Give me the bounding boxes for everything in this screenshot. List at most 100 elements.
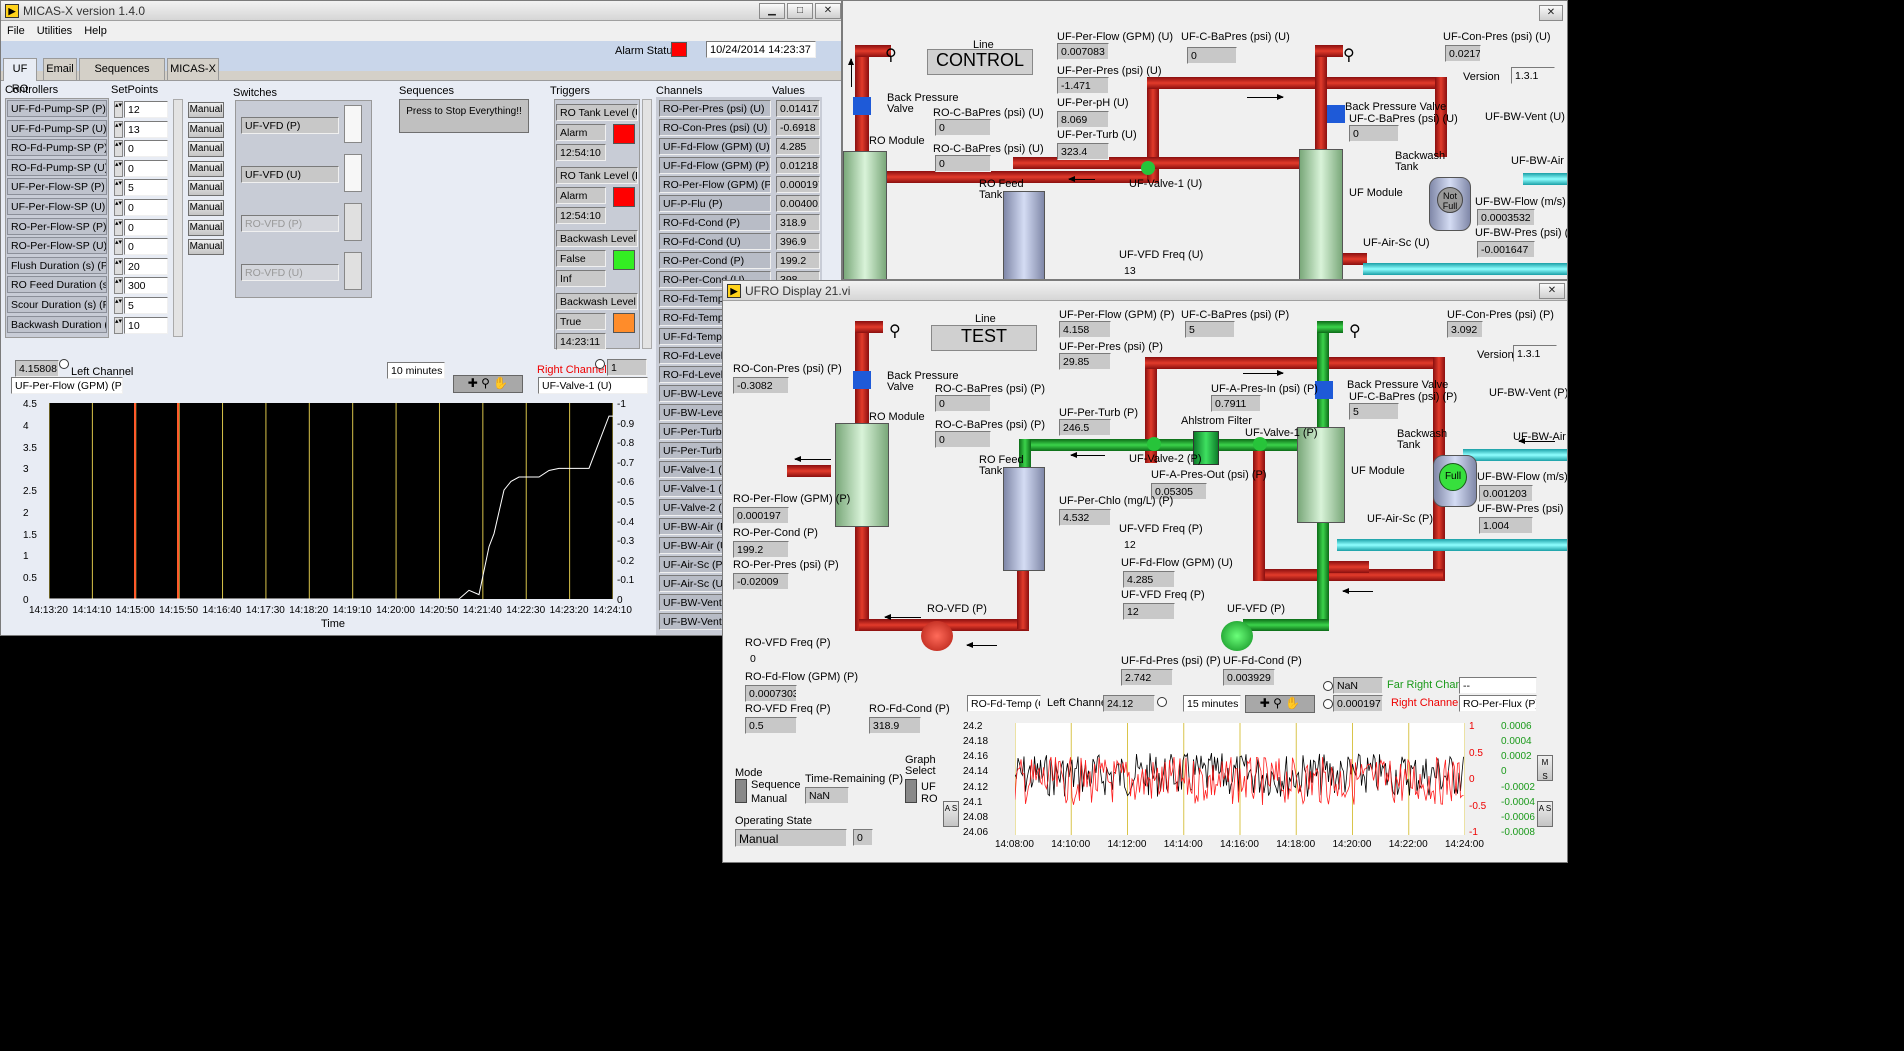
menu-help[interactable]: Help [78,21,113,37]
manual-button[interactable]: Manual [188,239,224,256]
tab-micas-x[interactable]: MICAS-X [167,58,219,80]
controller-item[interactable]: UF-Fd-Pump-SP (P) [7,100,107,117]
left-channel-radio[interactable] [59,359,69,369]
close-button[interactable]: ✕ [815,3,841,19]
manual-button[interactable]: Manual [188,102,224,118]
setpoint-spinner[interactable]: ▴▾ [114,218,123,236]
left-channel-radio[interactable] [1157,697,1167,707]
toggle-switch[interactable] [344,154,362,192]
manual-button[interactable]: Manual [188,219,224,236]
toggle-switch[interactable] [344,105,362,143]
uf-valve-2[interactable] [1147,437,1161,451]
controller-item[interactable]: RO-Fd-Pump-SP (P) [7,139,107,157]
channels-header: Channels [656,85,703,97]
setpoint-input[interactable]: 0 [124,140,168,158]
setpoint-spinner[interactable]: ▴▾ [114,179,123,197]
uf-bw-flow-value: 0.0003532 [1477,209,1535,226]
setpoint-input[interactable]: 0 [124,199,168,216]
setpoint-input[interactable]: 12 [124,101,168,118]
manual-button[interactable]: Manual [188,121,224,138]
graph-palette[interactable]: ✚ ⚲ ✋ [1245,695,1315,713]
graph-select-switch[interactable] [905,779,917,803]
setpoint-input[interactable]: 0 [124,159,168,177]
setpoint-spinner[interactable]: ▴▾ [114,257,123,275]
controller-item[interactable]: Scour Duration (s) (P) [7,296,107,313]
autoscale-right-2[interactable]: A S [1537,801,1553,827]
setpoint-input[interactable]: 0 [124,238,168,256]
tab-email[interactable]: Email [43,58,77,80]
triggers-scroll[interactable] [642,99,652,349]
back-pressure-valve[interactable] [853,371,871,389]
right-channel-radio[interactable] [1323,699,1333,709]
ufro-close-button[interactable]: ✕ [1539,283,1565,299]
back-pressure-valve-2[interactable] [1327,105,1345,123]
y-tick-right: 0.0006 [1501,721,1532,732]
setpoint-spinner[interactable]: ▴▾ [114,140,123,158]
left-channel-select[interactable]: UF-Per-Flow (GPM) (P) [11,377,123,394]
right-channel-radio[interactable] [595,359,605,369]
far-right-radio[interactable] [1323,681,1333,691]
controller-item[interactable]: RO-Fd-Pump-SP (U) [7,158,107,176]
y-tick-right: -0.0008 [1501,827,1535,838]
setpoint-input[interactable]: 20 [124,257,168,275]
uf-valve-1[interactable] [1141,161,1155,175]
controller-item[interactable]: UF-Per-Flow-SP (U) [7,198,107,215]
setpoint-input[interactable]: 10 [124,316,168,334]
setpoint-spinner[interactable]: ▴▾ [114,199,123,216]
stop-everything-button[interactable]: Press to Stop Everything!! [399,99,529,133]
tab-sequences-display[interactable]: Sequences Display [79,58,165,95]
controller-item[interactable]: UF-Fd-Pump-SP (U) [7,119,107,137]
left-channel-value: 24.12 [1103,695,1155,712]
controller-item[interactable]: Flush Duration (s) (P) [7,256,107,274]
setpoint-input[interactable]: 5 [124,297,168,314]
setpoint-spinner[interactable]: ▴▾ [114,101,123,118]
uf-per-flow-value: 4.158 [1059,321,1111,338]
uf-per-turb-value: 246.5 [1059,419,1111,436]
setpoints-scroll[interactable] [173,99,183,337]
autoscale-right[interactable]: M S [1537,755,1553,781]
setpoint-spinner[interactable]: ▴▾ [114,238,123,256]
x-tick-label: 14:20:00 [376,605,415,616]
setpoint-input[interactable]: 5 [124,179,168,197]
uf-air-sc-label: UF-Air-Sc (U) [1363,237,1430,249]
toggle-switch[interactable] [344,203,362,241]
controller-item[interactable]: RO-Per-Flow-SP (P) [7,217,107,235]
maximize-button[interactable]: □ [787,3,813,19]
setpoint-spinner[interactable]: ▴▾ [114,277,123,295]
ro-fd-cond-label: RO-Fd-Cond (P) [869,703,950,715]
control-close-button[interactable]: ✕ [1539,5,1563,21]
toggle-switch[interactable] [344,252,362,290]
setpoint-spinner[interactable]: ▴▾ [114,159,123,177]
ro-vfd-pump[interactable] [921,621,953,651]
uf-valve-1[interactable] [1253,437,1267,451]
autoscale-left[interactable]: A S [943,801,959,827]
time-window-select[interactable]: 10 minutes [387,362,445,379]
setpoint-input[interactable]: 300 [124,277,168,295]
menu-file[interactable]: File [1,21,31,37]
mode-switch[interactable] [735,779,747,803]
setpoint-spinner[interactable]: ▴▾ [114,297,123,314]
manual-button[interactable]: Manual [188,160,224,177]
x-tick-label: 14:16:40 [202,605,242,616]
right-channel-select[interactable]: UF-Valve-1 (U) [538,377,648,394]
channel-item: RO-Per-Flow (GPM) (P) [659,176,771,193]
ro-fd-cond-value: 318.9 [869,717,921,734]
manual-button[interactable]: Manual [188,200,224,216]
uf-vfd-pump[interactable] [1221,621,1253,651]
back-pressure-valve[interactable] [853,97,871,115]
setpoint-input[interactable]: 0 [124,218,168,236]
controller-item[interactable]: Backwash Duration (s) [7,315,107,333]
setpoint-spinner[interactable]: ▴▾ [114,316,123,334]
setpoint-input[interactable]: 13 [124,120,168,138]
manual-button[interactable]: Manual [188,180,224,197]
controller-item[interactable]: RO Feed Duration (s) [7,276,107,294]
minimize-button[interactable]: ▁ [759,3,785,19]
tab-uf-ro[interactable]: UF RO [3,58,37,95]
controller-item[interactable]: RO-Per-Flow-SP (U) [7,237,107,255]
controller-item[interactable]: UF-Per-Flow-SP (P) [7,178,107,196]
menu-utilities[interactable]: Utilities [31,21,78,37]
channel-value: 0.004001 [776,195,820,212]
graph-palette[interactable]: ✚ ⚲ ✋ [453,375,523,393]
manual-button[interactable]: Manual [188,141,224,158]
setpoint-spinner[interactable]: ▴▾ [114,120,123,138]
